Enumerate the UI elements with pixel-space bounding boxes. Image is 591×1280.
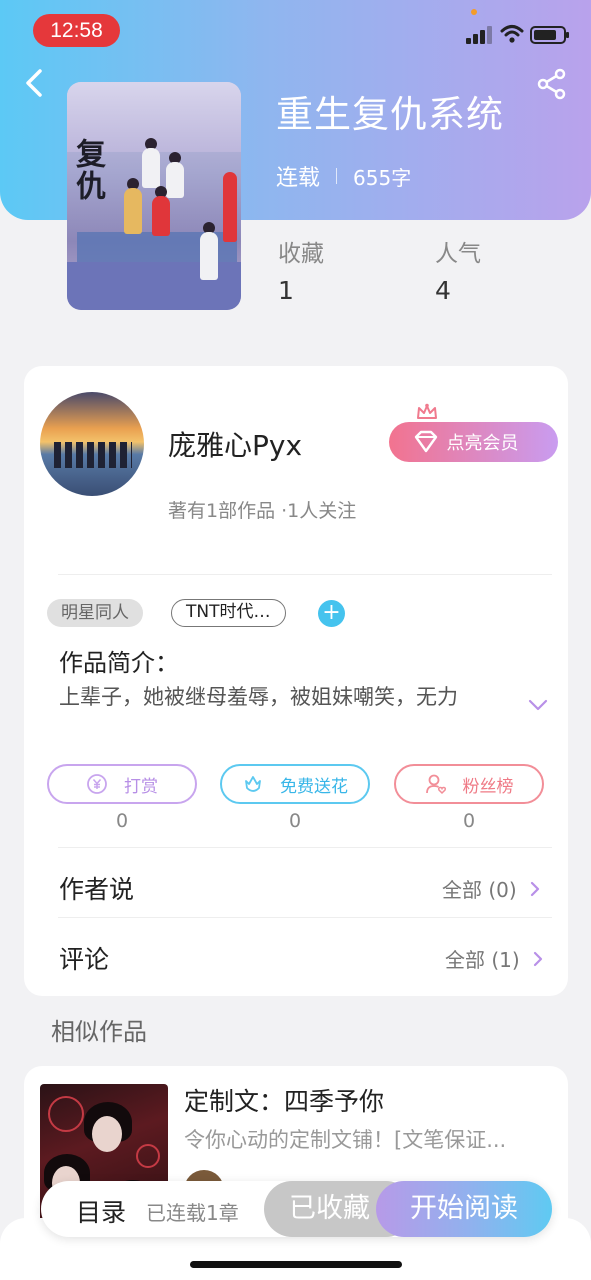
author-avatar[interactable] — [40, 392, 144, 496]
status-bar: 12:58 — [0, 0, 591, 60]
divider — [58, 847, 552, 848]
vip-label: 点亮会员 — [446, 433, 519, 454]
comments-link[interactable]: 全部 (1) — [445, 944, 544, 973]
fans-label: 粉丝榜 — [462, 776, 514, 797]
tip-count: 0 — [115, 810, 129, 832]
fans-count: 0 — [462, 810, 476, 832]
gem-icon — [414, 430, 438, 453]
stat-value: 1 — [278, 276, 294, 305]
intro-text: 上辈子，她被继母羞辱，被姐妹嘲笑，无力 — [59, 685, 458, 709]
stat-label: 人气 — [435, 241, 481, 267]
book-meta: 连载 655字 — [276, 160, 411, 192]
author-notes-link[interactable]: 全部 (0) — [442, 874, 541, 903]
signal-icon — [466, 26, 494, 44]
flower-count: 0 — [288, 810, 302, 832]
share-icon[interactable] — [536, 68, 568, 100]
similar-book-title[interactable]: 定制文：四季予你 — [184, 1082, 384, 1118]
toc-button[interactable]: 目录 — [76, 1193, 126, 1229]
chapter-count[interactable]: 已连载1章 — [146, 1197, 239, 1226]
stat-favorites: 收藏 1 — [278, 234, 324, 305]
meta-divider — [336, 168, 338, 184]
author-name[interactable]: 庞雅心Pyx — [168, 424, 302, 464]
book-status: 连载 — [276, 166, 321, 191]
fan-ranking-button[interactable]: 粉丝榜 — [394, 764, 544, 804]
home-indicator[interactable] — [190, 1261, 402, 1268]
intro-title: 作品简介： — [59, 649, 179, 677]
author-notes-value: 全部 (0) — [442, 878, 517, 902]
chevron-down-icon[interactable] — [527, 697, 549, 713]
tag-topic[interactable]: TNT时代… — [171, 599, 286, 627]
privacy-indicator — [471, 9, 477, 15]
crown-icon — [417, 403, 437, 419]
wifi-icon — [500, 25, 524, 43]
book-title: 重生复仇系统 — [276, 93, 504, 136]
start-reading-button[interactable]: 开始阅读 — [376, 1181, 552, 1237]
chevron-right-icon — [533, 951, 542, 966]
divider — [58, 574, 552, 575]
word-count: 655字 — [353, 165, 412, 190]
tip-label: 打赏 — [124, 776, 158, 797]
tag-genre[interactable]: 明星同人 — [47, 599, 143, 627]
tip-button[interactable]: 打赏 — [47, 764, 197, 804]
flower-label: 免费送花 — [280, 776, 348, 797]
user-heart-icon — [425, 774, 446, 795]
battery-icon — [530, 26, 569, 44]
cover-title: 复仇 — [70, 138, 105, 202]
stat-value: 4 — [435, 276, 451, 305]
author-subtitle: 著有1部作品 ·1人关注 — [168, 500, 357, 522]
author-notes-label[interactable]: 作者说 — [59, 870, 134, 906]
status-time: 12:58 — [33, 14, 120, 47]
flower-icon — [245, 776, 261, 792]
divider — [58, 917, 552, 918]
stat-label: 收藏 — [278, 241, 324, 267]
comments-label[interactable]: 评论 — [59, 940, 109, 976]
chevron-right-icon — [530, 881, 539, 896]
add-tag-button[interactable]: + — [318, 600, 345, 627]
similar-section-title: 相似作品 — [51, 1018, 147, 1046]
comments-value: 全部 (1) — [445, 948, 520, 972]
send-flower-button[interactable]: 免费送花 — [220, 764, 370, 804]
similar-book-desc: 令你心动的定制文铺！[文笔保证... — [184, 1128, 507, 1152]
coin-icon — [87, 774, 107, 794]
back-icon[interactable] — [20, 66, 50, 100]
book-cover[interactable]: 复仇 — [67, 82, 241, 310]
stat-popularity: 人气 4 — [435, 234, 481, 305]
